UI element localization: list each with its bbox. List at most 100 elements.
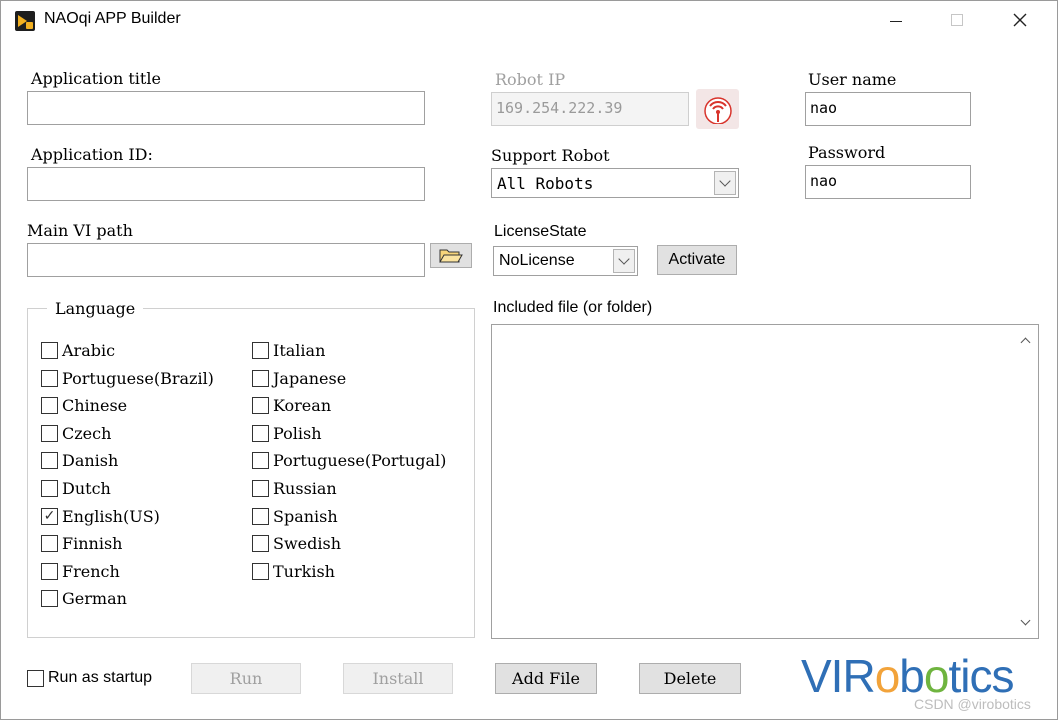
checkbox-box[interactable] bbox=[252, 342, 269, 359]
application-id-input[interactable] bbox=[27, 167, 425, 201]
support-robot-value: All Robots bbox=[497, 174, 594, 193]
chevron-down-icon bbox=[719, 175, 731, 187]
user-name-input[interactable]: nao bbox=[805, 92, 971, 126]
maximize-button[interactable] bbox=[934, 1, 980, 39]
language-checkbox-russian[interactable]: Russian bbox=[252, 479, 337, 498]
delete-button[interactable]: Delete bbox=[639, 663, 741, 694]
chevron-down-icon bbox=[1020, 615, 1031, 626]
main-vi-path-label: Main VI path bbox=[27, 221, 133, 240]
language-checkbox-chinese[interactable]: Chinese bbox=[41, 396, 127, 415]
ping-robot-button[interactable] bbox=[696, 89, 739, 129]
language-checkbox-german[interactable]: German bbox=[41, 589, 127, 608]
minimize-button[interactable] bbox=[873, 1, 919, 39]
language-label: Finnish bbox=[62, 534, 123, 554]
language-label: Turkish bbox=[273, 561, 335, 581]
checkbox-box[interactable] bbox=[252, 562, 269, 580]
language-checkbox-spanish[interactable]: Spanish bbox=[252, 507, 338, 526]
language-label: Portuguese(Brazil) bbox=[62, 368, 214, 388]
virobotics-logo: VIRobotics bbox=[801, 650, 1014, 702]
language-label: Arabic bbox=[62, 341, 116, 360]
checkbox-box[interactable] bbox=[41, 590, 58, 608]
maximize-icon bbox=[951, 14, 963, 26]
language-checkbox-japanese[interactable]: Japanese bbox=[252, 369, 346, 388]
language-label: Chinese bbox=[62, 396, 128, 416]
language-checkbox-finnish[interactable]: Finnish bbox=[41, 534, 122, 553]
add-file-button[interactable]: Add File bbox=[495, 663, 597, 694]
scroll-down-button[interactable] bbox=[1019, 615, 1033, 630]
minimize-icon bbox=[890, 20, 902, 22]
robot-ip-input: 169.254.222.39 bbox=[491, 92, 689, 126]
robot-ip-label: Robot IP bbox=[495, 70, 566, 89]
checkbox-box[interactable] bbox=[27, 669, 44, 687]
close-button[interactable] bbox=[997, 1, 1043, 39]
checkbox-box[interactable] bbox=[41, 369, 58, 387]
checkbox-box[interactable] bbox=[252, 507, 269, 525]
language-label: Czech bbox=[62, 423, 112, 443]
language-checkbox-czech[interactable]: Czech bbox=[41, 424, 111, 443]
chevron-up-icon bbox=[1020, 337, 1031, 348]
checkbox-box[interactable] bbox=[41, 397, 58, 415]
checkbox-box[interactable] bbox=[41, 424, 58, 442]
language-checkbox-polish[interactable]: Polish bbox=[252, 424, 322, 443]
language-label: Russian bbox=[273, 479, 337, 498]
support-robot-dropdown-arrow[interactable] bbox=[714, 171, 736, 195]
language-checkbox-turkish[interactable]: Turkish bbox=[252, 562, 335, 581]
folder-icon bbox=[439, 249, 463, 262]
checkbox-box[interactable] bbox=[252, 480, 269, 497]
checkbox-box[interactable] bbox=[41, 480, 58, 497]
app-window: NAOqi APP Builder Application title Appl… bbox=[0, 0, 1058, 720]
install-button[interactable]: Install bbox=[343, 663, 453, 694]
checkbox-box[interactable] bbox=[41, 452, 58, 470]
run-as-startup-checkbox[interactable]: Run as startup bbox=[27, 669, 152, 687]
chevron-down-icon bbox=[618, 253, 630, 265]
language-label: Japanese bbox=[273, 368, 347, 388]
checkbox-box[interactable] bbox=[252, 369, 269, 387]
license-state-select[interactable]: NoLicense bbox=[493, 246, 638, 276]
language-checkbox-portuguese-brazil[interactable]: Portuguese(Brazil) bbox=[41, 369, 214, 388]
checkbox-box[interactable] bbox=[252, 424, 269, 442]
language-label: French bbox=[62, 561, 120, 581]
language-label: Danish bbox=[62, 451, 119, 471]
checkmark-icon[interactable]: ✓ bbox=[41, 507, 58, 525]
checkbox-box[interactable] bbox=[252, 535, 269, 553]
title-bar: NAOqi APP Builder bbox=[1, 1, 1057, 39]
support-robot-label: Support Robot bbox=[491, 146, 610, 165]
language-label: Korean bbox=[273, 396, 332, 416]
language-checkbox-korean[interactable]: Korean bbox=[252, 396, 331, 415]
checkbox-box[interactable] bbox=[252, 452, 269, 470]
language-label: English(US) bbox=[62, 506, 160, 526]
language-checkbox-portuguese-portugal[interactable]: Portuguese(Portugal) bbox=[252, 451, 446, 470]
browse-folder-button[interactable] bbox=[430, 243, 472, 268]
language-label: Swedish bbox=[273, 534, 341, 554]
language-checkbox-swedish[interactable]: Swedish bbox=[252, 534, 341, 553]
window-title: NAOqi APP Builder bbox=[44, 10, 181, 27]
main-vi-path-input[interactable] bbox=[27, 243, 425, 277]
password-input[interactable]: nao bbox=[805, 165, 971, 199]
included-files-list[interactable] bbox=[491, 324, 1039, 639]
language-checkbox-italian[interactable]: Italian bbox=[252, 341, 325, 360]
run-button[interactable]: Run bbox=[191, 663, 301, 694]
license-dropdown-arrow[interactable] bbox=[613, 249, 635, 273]
user-name-label: User name bbox=[808, 70, 897, 89]
checkbox-box[interactable] bbox=[41, 535, 58, 553]
checkbox-box[interactable] bbox=[41, 562, 58, 580]
language-checkbox-arabic[interactable]: Arabic bbox=[41, 341, 115, 360]
language-checkbox-danish[interactable]: Danish bbox=[41, 451, 118, 470]
language-checkbox-english-us[interactable]: ✓ English(US) bbox=[41, 507, 160, 526]
ping-icon bbox=[703, 97, 732, 124]
scroll-up-button[interactable] bbox=[1019, 335, 1033, 349]
password-label: Password bbox=[808, 143, 886, 162]
language-label: German bbox=[62, 589, 127, 609]
activate-button[interactable]: Activate bbox=[657, 245, 737, 275]
checkbox-box[interactable] bbox=[41, 342, 58, 359]
application-id-label: Application ID: bbox=[31, 145, 153, 164]
close-icon bbox=[1013, 13, 1027, 27]
language-label: Spanish bbox=[273, 506, 338, 526]
application-title-input[interactable] bbox=[27, 91, 425, 125]
csdn-watermark: CSDN @virobotics bbox=[914, 696, 1031, 712]
language-checkbox-dutch[interactable]: Dutch bbox=[41, 479, 111, 498]
language-checkbox-french[interactable]: French bbox=[41, 562, 120, 581]
checkbox-box[interactable] bbox=[252, 397, 269, 415]
language-label: Polish bbox=[273, 423, 322, 443]
support-robot-select[interactable]: All Robots bbox=[491, 168, 739, 198]
